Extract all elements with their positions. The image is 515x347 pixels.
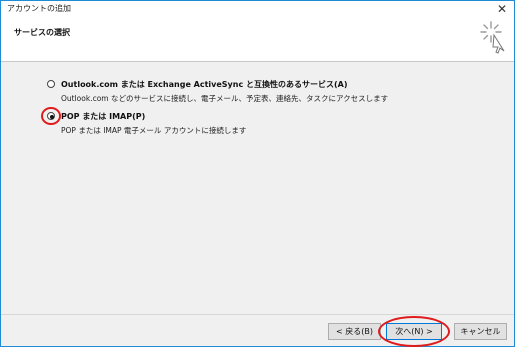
option-exchange-label[interactable]: Outlook.com または Exchange ActiveSync と互換性…: [61, 79, 348, 90]
back-button[interactable]: < 戻る(B): [328, 323, 381, 340]
wizard-sparkle-icon: [480, 21, 505, 54]
add-account-dialog: アカウントの追加 ✕ サービスの選択 Outlook.com または Excha…: [0, 0, 515, 347]
radio-pop-imap[interactable]: [47, 112, 55, 120]
option-pop-imap-label[interactable]: POP または IMAP(P): [61, 111, 145, 122]
section-title: サービスの選択: [14, 28, 70, 37]
next-button[interactable]: 次へ(N) >: [386, 323, 442, 340]
cancel-button[interactable]: キャンセル: [454, 323, 507, 340]
radio-exchange-activesync[interactable]: [47, 80, 55, 88]
options-area: Outlook.com または Exchange ActiveSync と互換性…: [1, 62, 514, 314]
title-bar: アカウントの追加 ✕: [1, 1, 514, 18]
option-exchange-description: Outlook.com などのサービスに接続し、電子メール、予定表、連絡先、タス…: [61, 94, 389, 103]
radio-selected-dot: [50, 115, 54, 119]
close-icon[interactable]: ✕: [494, 1, 510, 17]
wizard-header: サービスの選択: [1, 18, 514, 62]
footer-divider: [1, 314, 514, 315]
option-pop-imap-description: POP または IMAP 電子メール アカウントに接続します: [61, 126, 247, 135]
window-title: アカウントの追加: [7, 4, 71, 13]
